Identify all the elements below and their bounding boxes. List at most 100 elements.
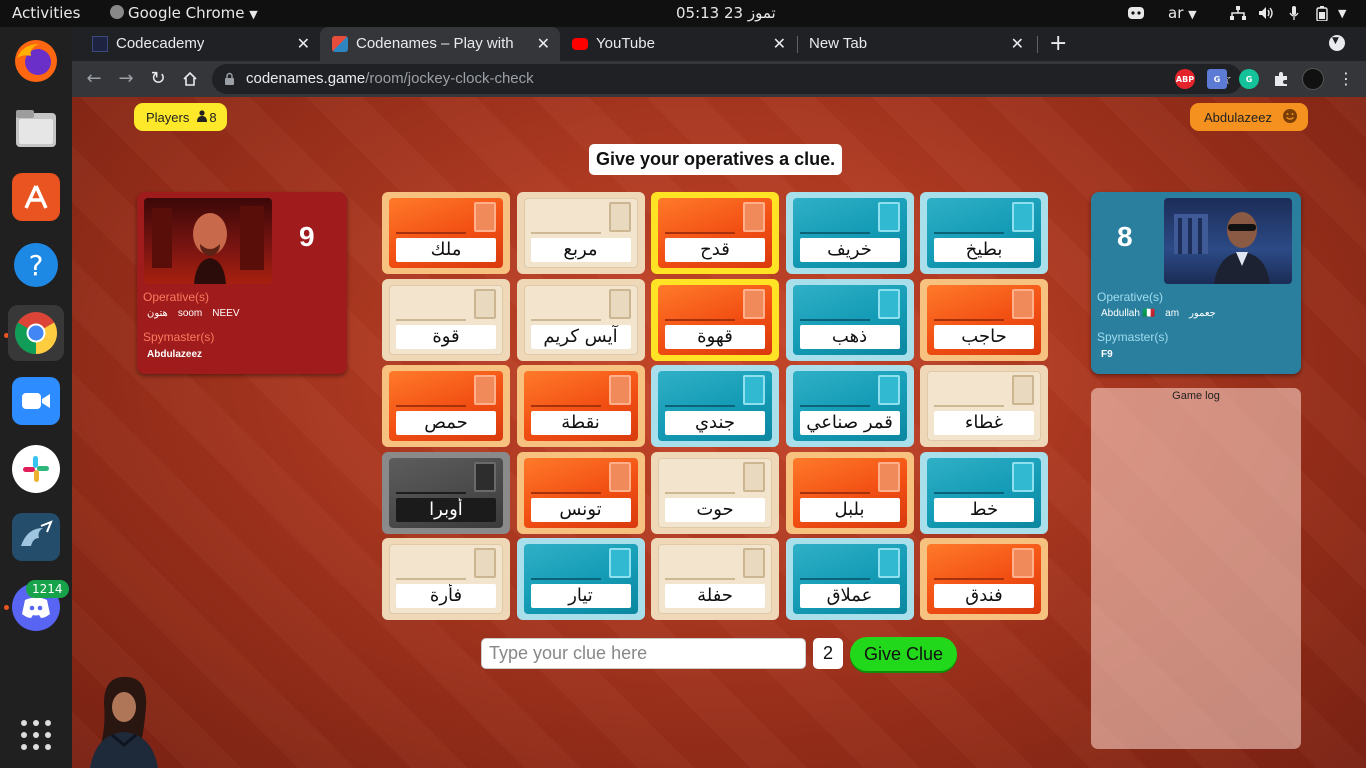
tab-label: New Tab: [809, 35, 868, 52]
volume-icon[interactable]: [1258, 6, 1274, 24]
close-tab-icon[interactable]: ✕: [537, 34, 550, 54]
agent-silhouette-icon: [877, 202, 900, 232]
card-word: عملاق: [799, 584, 900, 608]
card-word: ذهب: [799, 324, 900, 349]
word-card[interactable]: آيس كريم: [516, 278, 645, 361]
word-card[interactable]: ملك: [382, 192, 510, 274]
clock[interactable]: 05:13 23 تموز: [676, 4, 776, 22]
address-bar[interactable]: codenames.game/room/jockey-clock-check ☆: [212, 64, 1242, 94]
word-card[interactable]: حوت: [651, 451, 779, 534]
files-icon: [16, 110, 56, 147]
word-card[interactable]: مربع: [516, 192, 645, 274]
battery-icon[interactable]: [1316, 6, 1328, 25]
dock-slack[interactable]: [12, 445, 60, 493]
tab-new-tab[interactable]: New Tab ✕: [798, 27, 1034, 61]
reload-icon[interactable]: ↻: [146, 67, 170, 91]
discord-icon: [22, 597, 50, 618]
chrome-menu-icon[interactable]: ⋮: [1338, 69, 1354, 88]
close-tab-icon[interactable]: ✕: [297, 34, 310, 54]
word-card[interactable]: حفلة: [651, 538, 779, 620]
word-card[interactable]: قوة: [382, 278, 510, 361]
word-card[interactable]: بلبل: [785, 451, 914, 534]
tab-codenames[interactable]: Codenames – Play with yo ✕: [320, 27, 560, 61]
word-card[interactable]: أوبرا: [382, 451, 510, 534]
word-card[interactable]: قدح: [651, 192, 779, 274]
firefox-icon: [15, 40, 57, 82]
clue-number-selector[interactable]: 2: [813, 638, 843, 669]
word-card[interactable]: عملاق: [785, 538, 914, 620]
tab-codecademy[interactable]: Codecademy ✕: [80, 27, 320, 61]
players-button[interactable]: Players 8: [134, 103, 227, 131]
red-spymasters-list: Abdulazeez: [147, 349, 212, 360]
dock-help[interactable]: ?: [12, 241, 60, 289]
activities-button[interactable]: Activities: [12, 4, 80, 22]
close-tab-icon[interactable]: ✕: [773, 34, 786, 54]
dock-software[interactable]: [12, 173, 60, 221]
app-menu[interactable]: Google Chrome ▼: [110, 4, 258, 22]
player-name[interactable]: am: [1165, 308, 1179, 319]
word-card[interactable]: ذهب: [785, 278, 914, 361]
card-word: حوت: [665, 497, 765, 522]
new-tab-plus-icon[interactable]: +: [1049, 31, 1067, 56]
word-card[interactable]: بطيخ: [920, 192, 1048, 274]
blue-spymasters-label: Spymaster(s): [1097, 330, 1169, 344]
word-card[interactable]: خط: [920, 451, 1048, 534]
word-card[interactable]: خريف: [785, 192, 914, 274]
word-card[interactable]: فندق: [920, 538, 1048, 620]
network-icon[interactable]: [1230, 6, 1246, 24]
card-decoration-line: [530, 232, 601, 234]
word-card[interactable]: جندي: [651, 365, 779, 447]
player-name[interactable]: هتون: [147, 308, 168, 319]
clue-input[interactable]: [481, 638, 806, 669]
tab-label: Codecademy: [116, 35, 205, 52]
system-menu-chevron-icon[interactable]: ▼: [1338, 7, 1346, 20]
give-clue-button[interactable]: Give Clue: [850, 637, 957, 671]
tab-search-button[interactable]: ▼: [1329, 35, 1345, 51]
dock-zoom[interactable]: [12, 377, 60, 425]
player-name[interactable]: F9: [1101, 349, 1113, 360]
extensions-puzzle-icon[interactable]: [1271, 69, 1291, 89]
show-applications-button[interactable]: [12, 711, 60, 759]
user-menu-button[interactable]: Abdulazeez: [1190, 103, 1308, 131]
word-card[interactable]: تونس: [516, 451, 645, 534]
word-card[interactable]: قهوة: [651, 278, 779, 361]
discord-tray-icon[interactable]: [1128, 6, 1144, 24]
running-indicator: [4, 605, 9, 610]
player-name[interactable]: NEEV: [212, 308, 239, 319]
profile-avatar[interactable]: [1302, 68, 1324, 90]
card-decoration-line: [396, 578, 466, 580]
agent-silhouette-icon: [1012, 288, 1034, 319]
mysql-workbench-icon: [21, 520, 53, 546]
word-card[interactable]: نقطة: [516, 365, 645, 447]
keyboard-layout-indicator[interactable]: ar ▼: [1168, 4, 1197, 22]
close-tab-icon[interactable]: ✕: [1011, 34, 1024, 54]
card-decoration-line: [530, 491, 601, 494]
card-decoration-line: [934, 232, 1004, 234]
adblock-plus-icon[interactable]: ABP: [1175, 69, 1195, 89]
microphone-icon[interactable]: [1289, 6, 1299, 25]
back-arrow-icon[interactable]: ←: [82, 67, 106, 91]
player-name[interactable]: soom: [178, 308, 202, 319]
player-name[interactable]: جعمور: [1189, 308, 1216, 319]
dock-mysql-workbench[interactable]: [12, 513, 60, 561]
word-card[interactable]: تيار: [516, 538, 645, 620]
word-card[interactable]: غطاء: [920, 365, 1048, 447]
translate-icon[interactable]: G: [1207, 69, 1227, 89]
word-card[interactable]: قمر صناعي: [785, 365, 914, 447]
tab-separator: [1037, 36, 1038, 53]
forward-arrow-icon[interactable]: →: [114, 67, 138, 91]
dock-files[interactable]: [12, 105, 60, 153]
home-icon[interactable]: [178, 67, 202, 91]
agent-silhouette-icon: [474, 461, 496, 492]
word-card[interactable]: حمص: [382, 365, 510, 447]
word-card[interactable]: فأرة: [382, 538, 510, 620]
character-illustration: [74, 673, 164, 768]
dock-chrome[interactable]: [8, 305, 64, 361]
tab-youtube[interactable]: YouTube ✕: [560, 27, 796, 61]
grammarly-icon[interactable]: G: [1239, 69, 1259, 89]
word-card[interactable]: حاجب: [920, 278, 1048, 361]
player-name[interactable]: Abdulazeez: [147, 349, 202, 360]
dock-firefox[interactable]: [12, 37, 60, 85]
card-word: بطيخ: [934, 238, 1034, 262]
player-name[interactable]: Abdullah 🇮🇹: [1101, 308, 1155, 319]
